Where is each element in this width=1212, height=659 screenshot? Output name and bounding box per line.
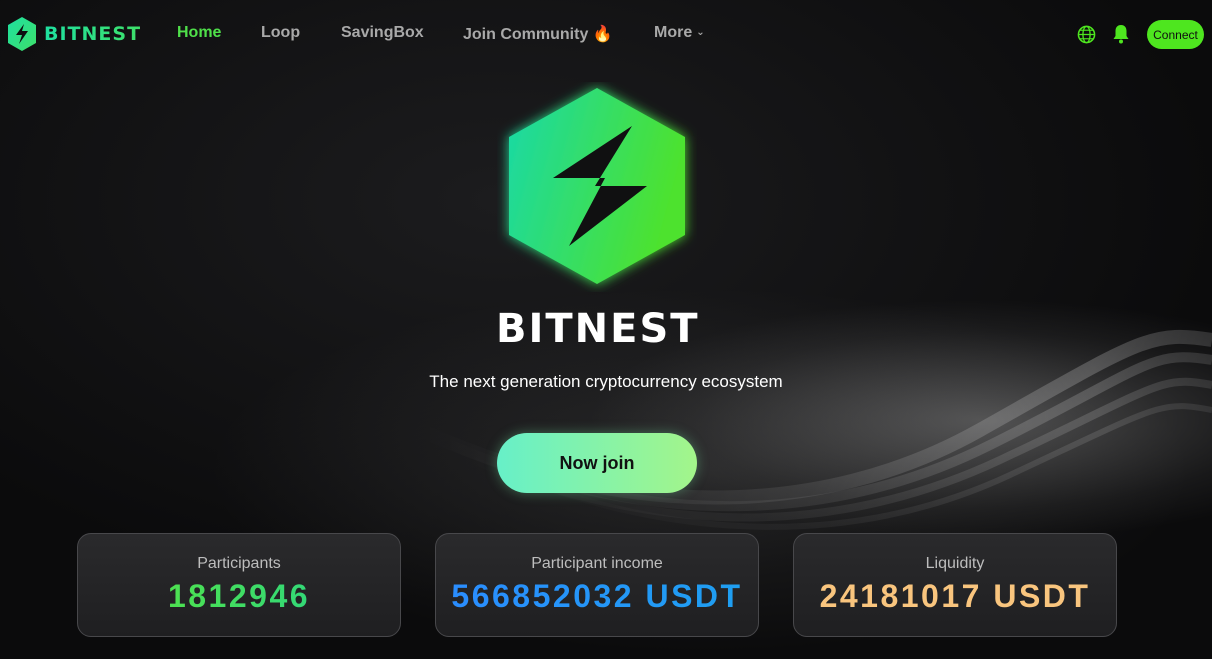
- chevron-down-icon: ⌄: [696, 27, 705, 38]
- hero-brand-name: BITNEST: [496, 306, 700, 352]
- brand-logo[interactable]: BITNEST: [6, 16, 141, 52]
- globe-icon[interactable]: [1077, 25, 1096, 44]
- stat-value: 24181017 USDT: [819, 578, 1091, 614]
- top-nav: BITNEST Home Loop SavingBox Join Communi…: [0, 0, 1212, 68]
- connect-button[interactable]: Connect: [1147, 20, 1204, 49]
- stat-label: Participants: [197, 555, 281, 572]
- stat-label: Participant income: [531, 555, 663, 572]
- stat-value: 1812946: [78, 578, 400, 615]
- stat-card-liquidity: Liquidity 24181017 USDT: [793, 533, 1117, 637]
- stat-card-participants: Participants 1812946: [77, 533, 401, 637]
- brand-name: BITNEST: [44, 23, 142, 45]
- stat-value: 566852032 USDT: [436, 578, 758, 615]
- stat-label: Liquidity: [925, 555, 985, 572]
- bitnest-logo-icon: [8, 17, 36, 51]
- stat-card-participant-income: Participant income 566852032 USDT: [435, 533, 759, 637]
- nav-more[interactable]: More ⌄: [654, 24, 705, 42]
- hero-logo-icon: [509, 88, 685, 284]
- nav-savingbox[interactable]: SavingBox: [341, 24, 424, 42]
- nav-more-label: More: [654, 24, 693, 41]
- bell-icon[interactable]: [1112, 24, 1130, 44]
- nav-loop[interactable]: Loop: [261, 24, 300, 42]
- nav-join-community[interactable]: Join Community 🔥: [463, 24, 613, 44]
- nav-home[interactable]: Home: [177, 24, 221, 42]
- now-join-button[interactable]: Now join: [497, 433, 697, 493]
- hero-tagline: The next generation cryptocurrency ecosy…: [429, 372, 783, 391]
